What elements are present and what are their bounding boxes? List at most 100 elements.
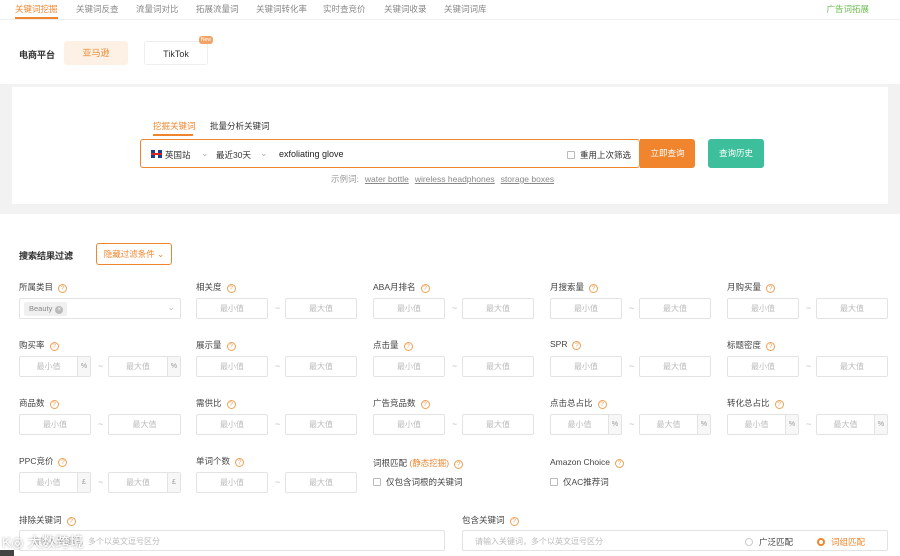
spr-min-input[interactable]: 最小值 bbox=[550, 356, 622, 377]
query-button[interactable]: 立即查询 bbox=[640, 139, 695, 168]
hide-filters-button[interactable]: 隐藏过滤条件 ⌄ bbox=[96, 243, 172, 265]
monthly-search-min-input[interactable]: 最小值 bbox=[550, 298, 622, 319]
product-count-max-input[interactable]: 最大值 bbox=[108, 414, 181, 435]
tab-keyword-index[interactable]: 关键词收录 bbox=[384, 0, 427, 19]
purchase-rate-max-input[interactable]: 最大值% bbox=[108, 356, 181, 377]
platform-label: 电商平台 bbox=[19, 50, 56, 60]
help-icon[interactable]: ? bbox=[49, 400, 59, 409]
platform-tiktok-button[interactable]: TikTok New bbox=[144, 36, 213, 65]
range-separator: ~ bbox=[275, 303, 281, 313]
help-icon[interactable]: ? bbox=[226, 400, 236, 409]
site-select[interactable]: 英国站 bbox=[165, 149, 191, 161]
impressions-min-input[interactable]: 最小值 bbox=[196, 356, 268, 377]
keyword-input[interactable] bbox=[279, 147, 559, 161]
conversion-share-max-input[interactable]: 最大值% bbox=[816, 414, 888, 435]
product-count-min-input[interactable]: 最小值 bbox=[19, 414, 91, 435]
help-icon[interactable]: ? bbox=[589, 284, 599, 293]
help-icon[interactable]: ? bbox=[49, 342, 59, 351]
platform-tiktok-label: TikTok bbox=[163, 49, 189, 59]
ad-keyword-expand-link[interactable]: 广告词拓展 bbox=[826, 0, 869, 19]
help-icon[interactable]: ? bbox=[766, 284, 776, 293]
help-icon[interactable]: ? bbox=[403, 342, 413, 351]
spr-max-input[interactable]: 最大值 bbox=[639, 356, 711, 377]
range-chevron-down-icon[interactable]: ⌄ bbox=[260, 148, 268, 159]
root-only-checkbox[interactable]: 仅包含词根的关键词 bbox=[373, 476, 463, 488]
tab-batch-analyze[interactable]: 批量分析关键词 bbox=[210, 120, 270, 132]
example-link[interactable]: wireless headphones bbox=[415, 174, 495, 184]
example-link[interactable]: water bottle bbox=[365, 174, 409, 184]
placeholder: 最大值 bbox=[833, 420, 858, 429]
monthly-purchase-max-input[interactable]: 最大值 bbox=[816, 298, 888, 319]
tab-keyword-mining[interactable]: 关键词挖掘 bbox=[15, 0, 58, 19]
query-history-button[interactable]: 查询历史 bbox=[708, 139, 764, 168]
help-icon[interactable]: ? bbox=[226, 342, 236, 351]
ad-competitors-max-input[interactable]: 最大值 bbox=[462, 414, 534, 435]
tab-mine-keywords[interactable]: 挖掘关键词 bbox=[153, 120, 196, 132]
platform-amazon-button[interactable]: 亚马逊 bbox=[64, 41, 128, 65]
help-icon[interactable]: ? bbox=[66, 517, 76, 526]
help-icon[interactable]: ? bbox=[226, 284, 236, 293]
help-icon[interactable]: ? bbox=[58, 284, 68, 293]
ac-only-checkbox[interactable]: 仅AC推荐词 bbox=[550, 476, 609, 488]
help-icon[interactable]: ? bbox=[774, 400, 784, 409]
tab-conversion-rate[interactable]: 关键词转化率 bbox=[256, 0, 307, 19]
tab-keyword-reverse[interactable]: 关键词反查 bbox=[76, 0, 119, 19]
filter-label-exclude: 排除关键词? bbox=[19, 514, 76, 526]
tab-realtime-bid[interactable]: 实时查竞价 bbox=[323, 0, 366, 19]
ad-competitors-min-input[interactable]: 最小值 bbox=[373, 414, 445, 435]
platform-section: 电商平台 亚马逊 TikTok New bbox=[0, 20, 900, 84]
click-share-min-input[interactable]: 最小值% bbox=[550, 414, 622, 435]
category-select[interactable]: Beauty × ⌄ bbox=[19, 298, 181, 319]
help-icon[interactable]: ? bbox=[58, 458, 68, 467]
site-chevron-down-icon[interactable]: ⌄ bbox=[201, 148, 209, 159]
relevance-max-input[interactable]: 最大值 bbox=[285, 298, 357, 319]
relevance-min-input[interactable]: 最小值 bbox=[196, 298, 268, 319]
category-chip-label: Beauty bbox=[29, 304, 53, 313]
help-icon[interactable]: ? bbox=[766, 342, 776, 351]
help-icon[interactable]: ? bbox=[235, 458, 245, 467]
include-keywords-input[interactable]: 请输入关键词，多个以英文逗号区分 广泛匹配 词组匹配 bbox=[462, 530, 888, 551]
filter-label-title-density: 标题密度? bbox=[727, 339, 776, 351]
help-icon[interactable]: ? bbox=[615, 459, 625, 468]
purchase-rate-min-input[interactable]: 最小值% bbox=[19, 356, 91, 377]
range-separator: ~ bbox=[98, 419, 104, 429]
tab-traffic-expand[interactable]: 拓展流量词 bbox=[196, 0, 239, 19]
help-icon[interactable]: ? bbox=[572, 341, 582, 350]
monthly-purchase-min-input[interactable]: 最小值 bbox=[727, 298, 799, 319]
click-share-max-input[interactable]: 最大值% bbox=[639, 414, 711, 435]
filter-label-aba-rank: ABA月排名? bbox=[373, 281, 430, 293]
conversion-share-min-input[interactable]: 最小值% bbox=[727, 414, 799, 435]
radio-selected-icon bbox=[817, 538, 825, 546]
help-icon[interactable]: ? bbox=[509, 517, 519, 526]
chip-remove-icon[interactable]: × bbox=[55, 306, 64, 314]
aba-rank-min-input[interactable]: 最小值 bbox=[373, 298, 445, 319]
monthly-search-max-input[interactable]: 最大值 bbox=[639, 298, 711, 319]
clicks-max-input[interactable]: 最大值 bbox=[462, 356, 534, 377]
tab-keyword-library[interactable]: 关键词词库 bbox=[444, 0, 487, 19]
example-link[interactable]: storage boxes bbox=[501, 174, 554, 184]
ppc-bid-max-input[interactable]: 最大值 £ bbox=[108, 472, 181, 493]
word-count-max-input[interactable]: 最大值 bbox=[285, 472, 357, 493]
placeholder: 最小值 bbox=[744, 420, 769, 429]
impressions-max-input[interactable]: 最大值 bbox=[285, 356, 357, 377]
date-range-select[interactable]: 最近30天 bbox=[216, 149, 251, 161]
phrase-match-radio[interactable]: 词组匹配 bbox=[817, 536, 865, 548]
title-density-max-input[interactable]: 最大值 bbox=[816, 356, 888, 377]
clicks-min-input[interactable]: 最小值 bbox=[373, 356, 445, 377]
word-count-min-input[interactable]: 最小值 bbox=[196, 472, 268, 493]
aba-rank-max-input[interactable]: 最大值 bbox=[462, 298, 534, 319]
placeholder: 最大值 bbox=[126, 478, 150, 487]
help-icon[interactable]: ? bbox=[420, 284, 430, 293]
reuse-filter-checkbox[interactable]: 重用上次筛选 bbox=[567, 149, 631, 161]
broad-match-radio[interactable]: 广泛匹配 bbox=[745, 536, 793, 548]
tab-traffic-compare[interactable]: 流量词对比 bbox=[136, 0, 179, 19]
supply-demand-min-input[interactable]: 最小值 bbox=[196, 414, 268, 435]
title-density-min-input[interactable]: 最小值 bbox=[727, 356, 799, 377]
help-icon[interactable]: ? bbox=[454, 460, 464, 469]
help-icon[interactable]: ? bbox=[420, 400, 430, 409]
placeholder: 最小值 bbox=[36, 362, 61, 371]
supply-demand-max-input[interactable]: 最大值 bbox=[285, 414, 357, 435]
filter-label-ppc-bid: PPC竞价? bbox=[19, 455, 68, 467]
help-icon[interactable]: ? bbox=[597, 400, 607, 409]
ppc-bid-min-input[interactable]: 最小值 £ bbox=[19, 472, 91, 493]
